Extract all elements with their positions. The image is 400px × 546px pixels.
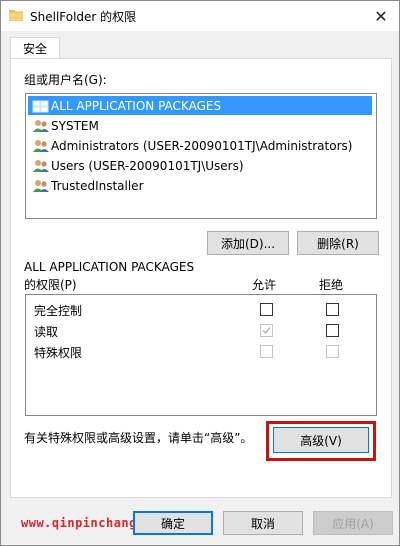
app-packages-icon (32, 100, 49, 112)
deny-checkbox[interactable] (326, 303, 339, 316)
tab-security[interactable]: 安全 (10, 37, 60, 60)
deny-checkbox[interactable] (326, 345, 339, 358)
permission-name: 特殊权限 (34, 346, 83, 360)
users-icon (33, 119, 49, 132)
permission-name: 完全控制 (34, 304, 83, 318)
users-icon (33, 139, 49, 152)
permission-row: 读取 (26, 321, 376, 341)
add-button[interactable]: 添加(D)... (207, 231, 289, 255)
permissions-label: 的权限(P) (24, 278, 77, 292)
apply-button[interactable]: 应用(A) (313, 511, 393, 535)
list-item[interactable]: ALL APPLICATION PACKAGES (28, 96, 372, 115)
permission-name: 读取 (34, 325, 59, 339)
highlight-box (266, 421, 376, 461)
list-item-label: Users (USER-20090101TJ\Users) (51, 158, 244, 173)
permissions-dialog: ShellFolder 的权限 ✕ 安全 组或用户名(G): ALL APPLI… (0, 0, 400, 546)
ok-button[interactable]: 确定 (133, 511, 213, 535)
users-icon (33, 179, 49, 192)
allow-checkbox[interactable] (260, 345, 273, 358)
permissions-list: 完全控制 读取 特殊权限 (25, 294, 377, 416)
list-item[interactable]: TrustedInstaller (28, 176, 372, 195)
cancel-button[interactable]: 取消 (223, 511, 303, 535)
list-item-label: Administrators (USER-20090101TJ\Administ… (51, 138, 353, 153)
close-button[interactable]: ✕ (363, 1, 399, 31)
allow-column-header: 允许 (252, 278, 277, 292)
list-item-label: ALL APPLICATION PACKAGES (51, 98, 222, 113)
permission-row: 完全控制 (26, 300, 376, 320)
users-icon (33, 159, 49, 172)
list-item[interactable]: Users (USER-20090101TJ\Users) (28, 156, 372, 175)
remove-button[interactable]: 删除(R) (297, 231, 379, 255)
checkmark-icon (262, 327, 271, 335)
permission-row: 特殊权限 (26, 342, 376, 362)
permissions-owner-label: ALL APPLICATION PACKAGES (24, 260, 195, 274)
folder-icon (9, 10, 23, 21)
allow-checkbox[interactable] (260, 303, 273, 316)
group-users-label: 组或用户名(G): (24, 73, 107, 87)
group-users-list[interactable]: ALL APPLICATION PACKAGES SYSTEM Administ… (25, 93, 377, 219)
list-item-label: TrustedInstaller (51, 178, 144, 193)
close-icon: ✕ (374, 6, 388, 26)
deny-column-header: 拒绝 (319, 278, 344, 292)
list-item[interactable]: Administrators (USER-20090101TJ\Administ… (28, 136, 372, 155)
title-bar: ShellFolder 的权限 ✕ (1, 1, 399, 31)
window-title: ShellFolder 的权限 (30, 10, 137, 24)
advanced-hint: 有关特殊权限或高级设置，请单击“高级”。 (24, 431, 253, 445)
list-item[interactable]: SYSTEM (28, 116, 372, 135)
allow-checkbox[interactable] (260, 324, 273, 337)
dialog-footer: www.qinpinchang.com 确定 取消 应用(A) (1, 499, 399, 545)
deny-checkbox[interactable] (326, 324, 339, 337)
list-item-label: SYSTEM (51, 118, 99, 133)
